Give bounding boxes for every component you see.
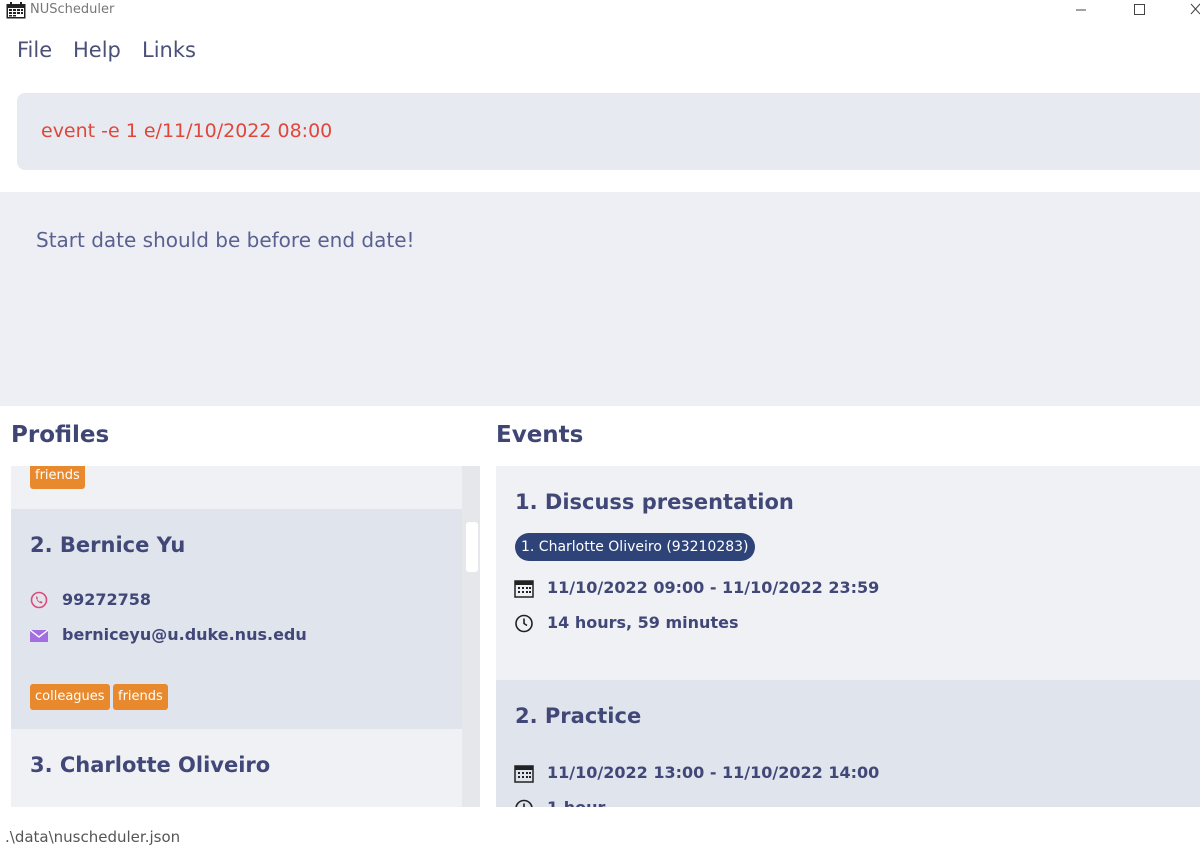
- menu-links[interactable]: Links: [142, 38, 196, 62]
- profile-name: 2. Bernice Yu: [30, 533, 186, 557]
- profiles-scrollbar[interactable]: [462, 466, 480, 807]
- profile-name: 3. Charlotte Oliveiro: [30, 753, 271, 777]
- event-card[interactable]: 1. Discuss presentation 1. Charlotte Oli…: [496, 466, 1200, 680]
- profiles-list[interactable]: friends 2. Bernice Yu 99272758 berniceyu…: [11, 466, 480, 807]
- clock-icon: [515, 799, 533, 807]
- calendar-icon: [514, 765, 534, 783]
- calendar-icon: [514, 580, 534, 598]
- phone-icon: [30, 591, 48, 609]
- profile-card[interactable]: 3. Charlotte Oliveiro: [11, 729, 462, 807]
- event-title: 1. Discuss presentation: [515, 490, 794, 514]
- command-box[interactable]: event -e 1 e/11/10/2022 08:00: [17, 93, 1200, 170]
- email-icon: [30, 629, 48, 642]
- profiles-scroll-thumb[interactable]: [466, 522, 478, 572]
- event-title: 2. Practice: [515, 704, 642, 728]
- attendee-pill: 1. Charlotte Oliveiro (93210283): [515, 533, 755, 561]
- tag: colleagues: [30, 684, 110, 710]
- event-datetime: 11/10/2022 09:00 - 11/10/2022 23:59: [547, 578, 880, 597]
- result-message: Start date should be before end date!: [36, 228, 415, 252]
- events-title: Events: [496, 422, 584, 448]
- minimize-icon[interactable]: [1058, 0, 1104, 22]
- event-duration: 1 hour: [547, 798, 605, 807]
- command-input[interactable]: event -e 1 e/11/10/2022 08:00: [41, 120, 332, 142]
- close-icon[interactable]: [1170, 0, 1200, 22]
- event-datetime: 11/10/2022 13:00 - 11/10/2022 14:00: [547, 763, 880, 782]
- result-display: Start date should be before end date!: [0, 192, 1200, 406]
- profiles-title: Profiles: [11, 422, 110, 448]
- status-bar-path: .\data\nuscheduler.json: [5, 828, 181, 846]
- maximize-icon[interactable]: [1116, 0, 1162, 22]
- calendar-icon: [6, 2, 26, 19]
- window-title: NUScheduler: [30, 2, 115, 17]
- event-card[interactable]: 2. Practice 11/10/2022 13:00 - 11/10/202…: [496, 680, 1200, 807]
- event-duration: 14 hours, 59 minutes: [547, 613, 739, 632]
- profile-email: berniceyu@u.duke.nus.edu: [62, 625, 307, 644]
- tag: friends: [30, 466, 85, 489]
- clock-icon: [515, 614, 533, 633]
- menu-help[interactable]: Help: [73, 38, 121, 62]
- title-bar: NUScheduler: [0, 0, 1200, 22]
- menu-file[interactable]: File: [17, 38, 52, 62]
- tag: friends: [113, 684, 168, 710]
- events-list[interactable]: 1. Discuss presentation 1. Charlotte Oli…: [496, 466, 1200, 807]
- profile-card[interactable]: 2. Bernice Yu 99272758 berniceyu@u.duke.…: [11, 509, 462, 729]
- profile-card[interactable]: friends: [11, 466, 462, 509]
- profile-phone: 99272758: [62, 590, 152, 609]
